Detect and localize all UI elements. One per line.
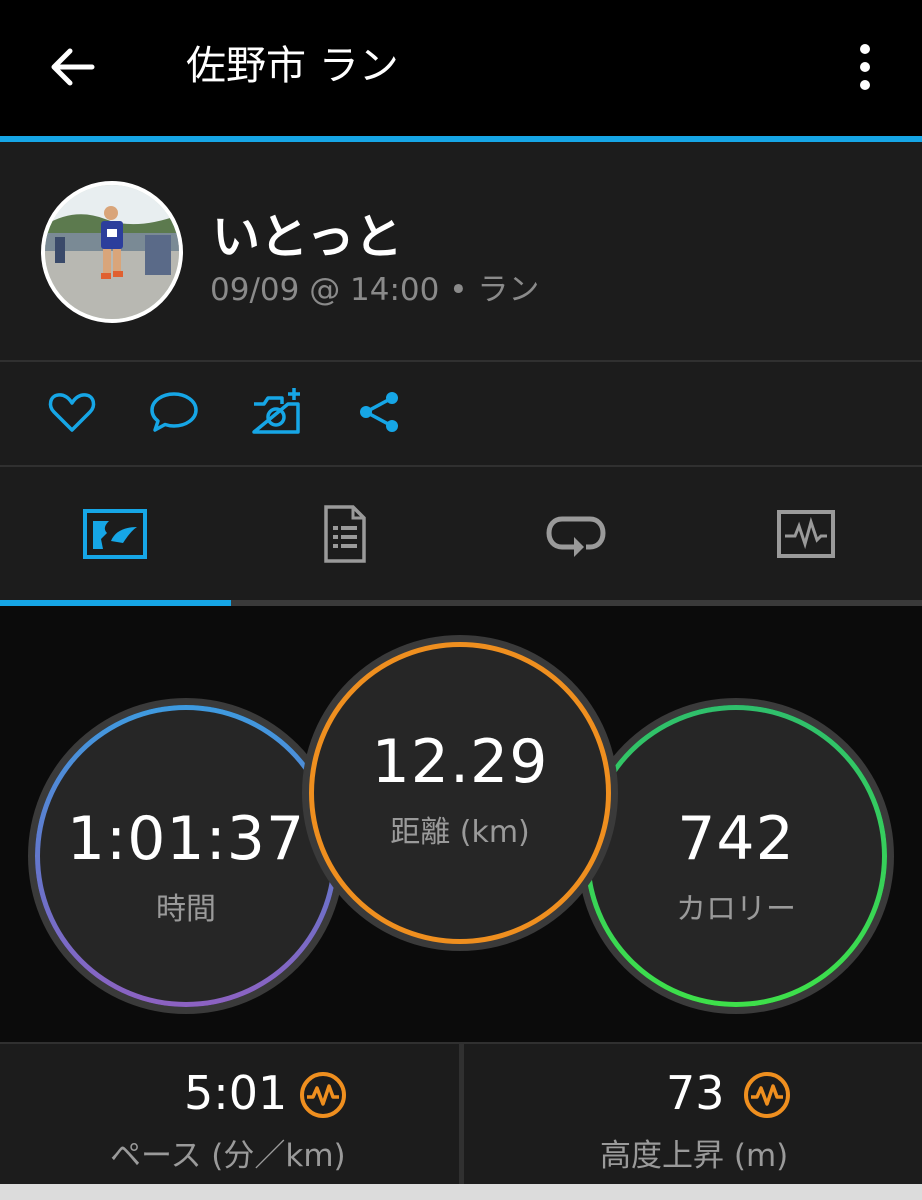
share-icon[interactable] bbox=[352, 384, 408, 440]
add-photo-icon[interactable] bbox=[248, 384, 304, 440]
distance-stat: 12.29 距離 (km) bbox=[309, 642, 611, 944]
more-options-icon[interactable] bbox=[842, 38, 888, 96]
graph-icon bbox=[777, 509, 835, 558]
social-actions bbox=[0, 362, 922, 465]
pace-value: 5:01 bbox=[184, 1066, 288, 1120]
calories-label: カロリー bbox=[676, 892, 796, 927]
time-value: 1:01:37 bbox=[66, 804, 306, 874]
elevation-label: 高度上昇 (m) bbox=[600, 1138, 789, 1174]
pace-badge-icon[interactable] bbox=[298, 1070, 348, 1120]
tab-laps[interactable] bbox=[461, 467, 691, 600]
comment-icon[interactable] bbox=[146, 384, 202, 440]
details-icon bbox=[324, 504, 366, 563]
map-summary-icon bbox=[83, 508, 147, 559]
elevation-value: 73 bbox=[666, 1066, 725, 1120]
tab-overview[interactable] bbox=[0, 467, 230, 600]
secondary-stats: 5:01 ペース (分／km) 73 高度上昇 (m) bbox=[0, 1042, 922, 1186]
laps-icon bbox=[546, 516, 606, 557]
pace-label: ペース (分／km) bbox=[110, 1138, 346, 1174]
distance-value: 12.29 bbox=[371, 727, 549, 797]
time-label: 時間 bbox=[156, 892, 216, 927]
elevation-stat: 73 高度上昇 (m) bbox=[464, 1044, 922, 1186]
tab-details[interactable] bbox=[230, 467, 460, 600]
back-arrow-icon[interactable] bbox=[44, 38, 102, 96]
calories-stat: 742 カロリー bbox=[585, 705, 887, 1007]
summary-stats: 1:01:37 時間 742 カロリー 12.29 距離 (km) bbox=[0, 606, 922, 1042]
map-preview[interactable] bbox=[0, 1184, 922, 1200]
distance-label: 距離 (km) bbox=[390, 815, 530, 850]
user-name[interactable]: いとっと bbox=[212, 197, 403, 267]
avatar[interactable] bbox=[41, 181, 183, 323]
activity-owner: いとっと 09/09 @ 14:00 • ラン bbox=[0, 142, 922, 360]
heart-icon[interactable] bbox=[44, 384, 100, 440]
tab-graphs[interactable] bbox=[691, 467, 921, 600]
page-title: 佐野市 ラン bbox=[186, 43, 399, 89]
activity-meta: 09/09 @ 14:00 • ラン bbox=[210, 272, 540, 308]
elevation-badge-icon[interactable] bbox=[742, 1070, 792, 1120]
time-stat: 1:01:37 時間 bbox=[35, 705, 337, 1007]
calories-value: 742 bbox=[677, 804, 795, 874]
pace-stat: 5:01 ペース (分／km) bbox=[0, 1044, 459, 1186]
activity-tabs bbox=[0, 467, 922, 600]
app-bar: 佐野市 ラン bbox=[0, 0, 922, 136]
